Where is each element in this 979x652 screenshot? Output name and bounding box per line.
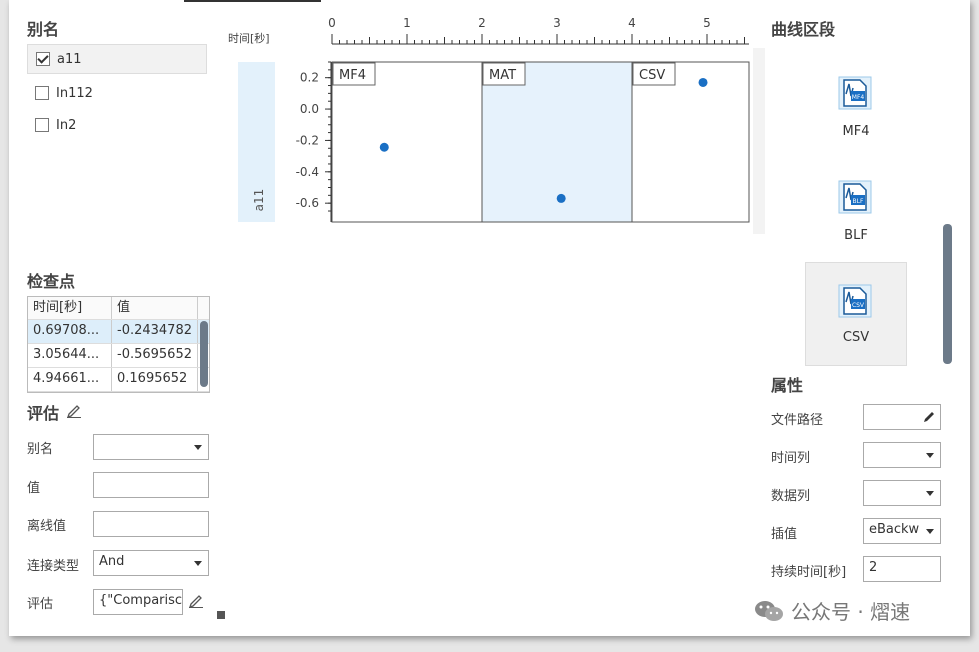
interpolation-label: 插值: [771, 527, 798, 542]
wechat-icon: [755, 600, 783, 621]
duration-input[interactable]: 2: [863, 556, 941, 582]
edit-pencil-icon[interactable]: [66, 402, 82, 418]
chevron-down-icon: [194, 561, 202, 566]
eval-value-label: 值: [27, 481, 41, 496]
cell-time: 3.05644...: [28, 344, 112, 367]
x-tick-label: 5: [703, 16, 711, 30]
alias-title: 别名: [27, 20, 60, 39]
table-scrollbar[interactable]: [200, 321, 208, 387]
x-tick-label: 3: [553, 16, 561, 30]
edit-pencil-icon[interactable]: [922, 410, 936, 424]
segment-region[interactable]: [631, 61, 750, 223]
curve-segments-title: 曲线区段: [771, 20, 836, 39]
watermark-text: 公众号 · 熠速: [791, 600, 911, 624]
eval-offline-label: 离线值: [27, 519, 67, 534]
x-tick-label: 2: [478, 16, 486, 30]
alias-item-a11[interactable]: a11: [27, 44, 207, 74]
y-axis-label: a11: [252, 189, 266, 212]
data-point[interactable]: [698, 77, 708, 87]
eval-alias-select[interactable]: [93, 434, 209, 460]
table-header: 时间[秒] 值: [28, 297, 209, 320]
y-tick-label: -0.4: [296, 165, 319, 179]
blf-badge-text: BLF: [853, 198, 864, 205]
segment-region[interactable]: [331, 61, 483, 223]
edit-pencil-icon[interactable]: [188, 592, 204, 608]
cell-value: -0.5695652: [112, 344, 198, 367]
evaluate-title: 评估: [27, 404, 60, 423]
duration-label: 持续时间[秒]: [771, 565, 847, 580]
segment-label-blf[interactable]: BLF: [806, 228, 906, 243]
data-column-select[interactable]: [863, 480, 941, 506]
eval-expr-label: 评估: [27, 597, 54, 612]
y-tick-label: 0.2: [300, 71, 319, 85]
properties-title: 属性: [771, 376, 804, 395]
segment-tag-label: MAT: [489, 68, 516, 83]
time-column-label: 时间列: [771, 451, 811, 466]
y-tick-label: 0.0: [300, 102, 319, 116]
checkpoints-table[interactable]: 时间[秒] 值 0.69708... -0.2434782 3.05644...…: [27, 296, 210, 393]
blf-file-icon[interactable]: BLF: [838, 180, 872, 214]
resize-handle[interactable]: [217, 611, 225, 619]
time-column-select[interactable]: [863, 442, 941, 468]
eval-join-label: 连接类型: [27, 559, 80, 574]
checkbox-in112[interactable]: [35, 86, 49, 100]
cell-time: 0.69708...: [28, 320, 112, 343]
x-tick-label: 4: [628, 16, 636, 30]
checkbox-in2[interactable]: [35, 118, 49, 132]
csv-badge-text: CSV: [852, 302, 865, 309]
top-divider: [184, 0, 321, 2]
interpolation-value: eBackw: [869, 522, 920, 537]
eval-offline-input[interactable]: [93, 511, 209, 537]
eval-expr-input[interactable]: {"Comparisc: [93, 589, 183, 615]
watermark: 公众号 · 熠速: [753, 596, 910, 625]
column-header-value[interactable]: 值: [112, 297, 198, 319]
alias-item-label: In2: [56, 117, 77, 133]
checkbox-a11[interactable]: [36, 52, 50, 66]
x-tick-label: 1: [403, 16, 411, 30]
segment-label-csv[interactable]: CSV: [806, 330, 906, 345]
mf4-badge-text: MF4: [852, 94, 865, 101]
main-window: 别名 a11 In112 In2 检查点 时间[秒] 值 0.69708... …: [9, 0, 970, 636]
mf4-file-icon[interactable]: MF4: [838, 76, 872, 110]
segment-tag-label: CSV: [639, 68, 665, 83]
eval-join-value: And: [99, 554, 125, 569]
cell-value: 0.1695652: [112, 368, 198, 391]
eval-join-select[interactable]: And: [93, 550, 209, 576]
alias-item-label: a11: [57, 51, 82, 67]
alias-item-in2[interactable]: In2: [27, 110, 207, 140]
time-series-chart[interactable]: MF4 MAT CSV 0 1 2 3 4 5 a11 0.2 0.0 -0.2 -0.4 -0.6: [228, 12, 768, 242]
file-path-input[interactable]: [863, 404, 941, 430]
checkpoints-title: 检查点: [27, 272, 76, 291]
csv-file-icon[interactable]: CSV: [838, 284, 872, 318]
chevron-down-icon: [926, 453, 934, 458]
interpolation-select[interactable]: eBackw: [863, 518, 941, 544]
x-tick-label: 0: [328, 16, 336, 30]
table-row[interactable]: 3.05644... -0.5695652: [28, 344, 209, 368]
eval-alias-label: 别名: [27, 442, 54, 457]
chevron-down-icon: [926, 491, 934, 496]
segment-tag-label: MF4: [339, 68, 366, 83]
table-row[interactable]: 0.69708... -0.2434782: [28, 320, 209, 344]
segments-scrollbar[interactable]: [943, 224, 952, 364]
file-path-label: 文件路径: [771, 413, 824, 428]
eval-value-input[interactable]: [93, 472, 209, 498]
chevron-down-icon: [926, 529, 934, 534]
data-column-label: 数据列: [771, 489, 811, 504]
alias-item-label: In112: [56, 85, 93, 101]
segment-label-mf4[interactable]: MF4: [806, 124, 906, 139]
alias-item-in112[interactable]: In112: [27, 78, 207, 108]
cell-value: -0.2434782: [112, 320, 198, 343]
chevron-down-icon: [194, 445, 202, 450]
cell-time: 4.94661...: [28, 368, 112, 391]
table-row[interactable]: 4.94661... 0.1695652: [28, 368, 209, 392]
y-tick-label: -0.2: [296, 133, 319, 147]
data-point[interactable]: [379, 142, 389, 152]
chart-side-scrollbar[interactable]: [753, 48, 765, 234]
data-point[interactable]: [556, 193, 566, 203]
y-tick-label: -0.6: [296, 196, 319, 210]
column-header-time[interactable]: 时间[秒]: [28, 297, 112, 319]
